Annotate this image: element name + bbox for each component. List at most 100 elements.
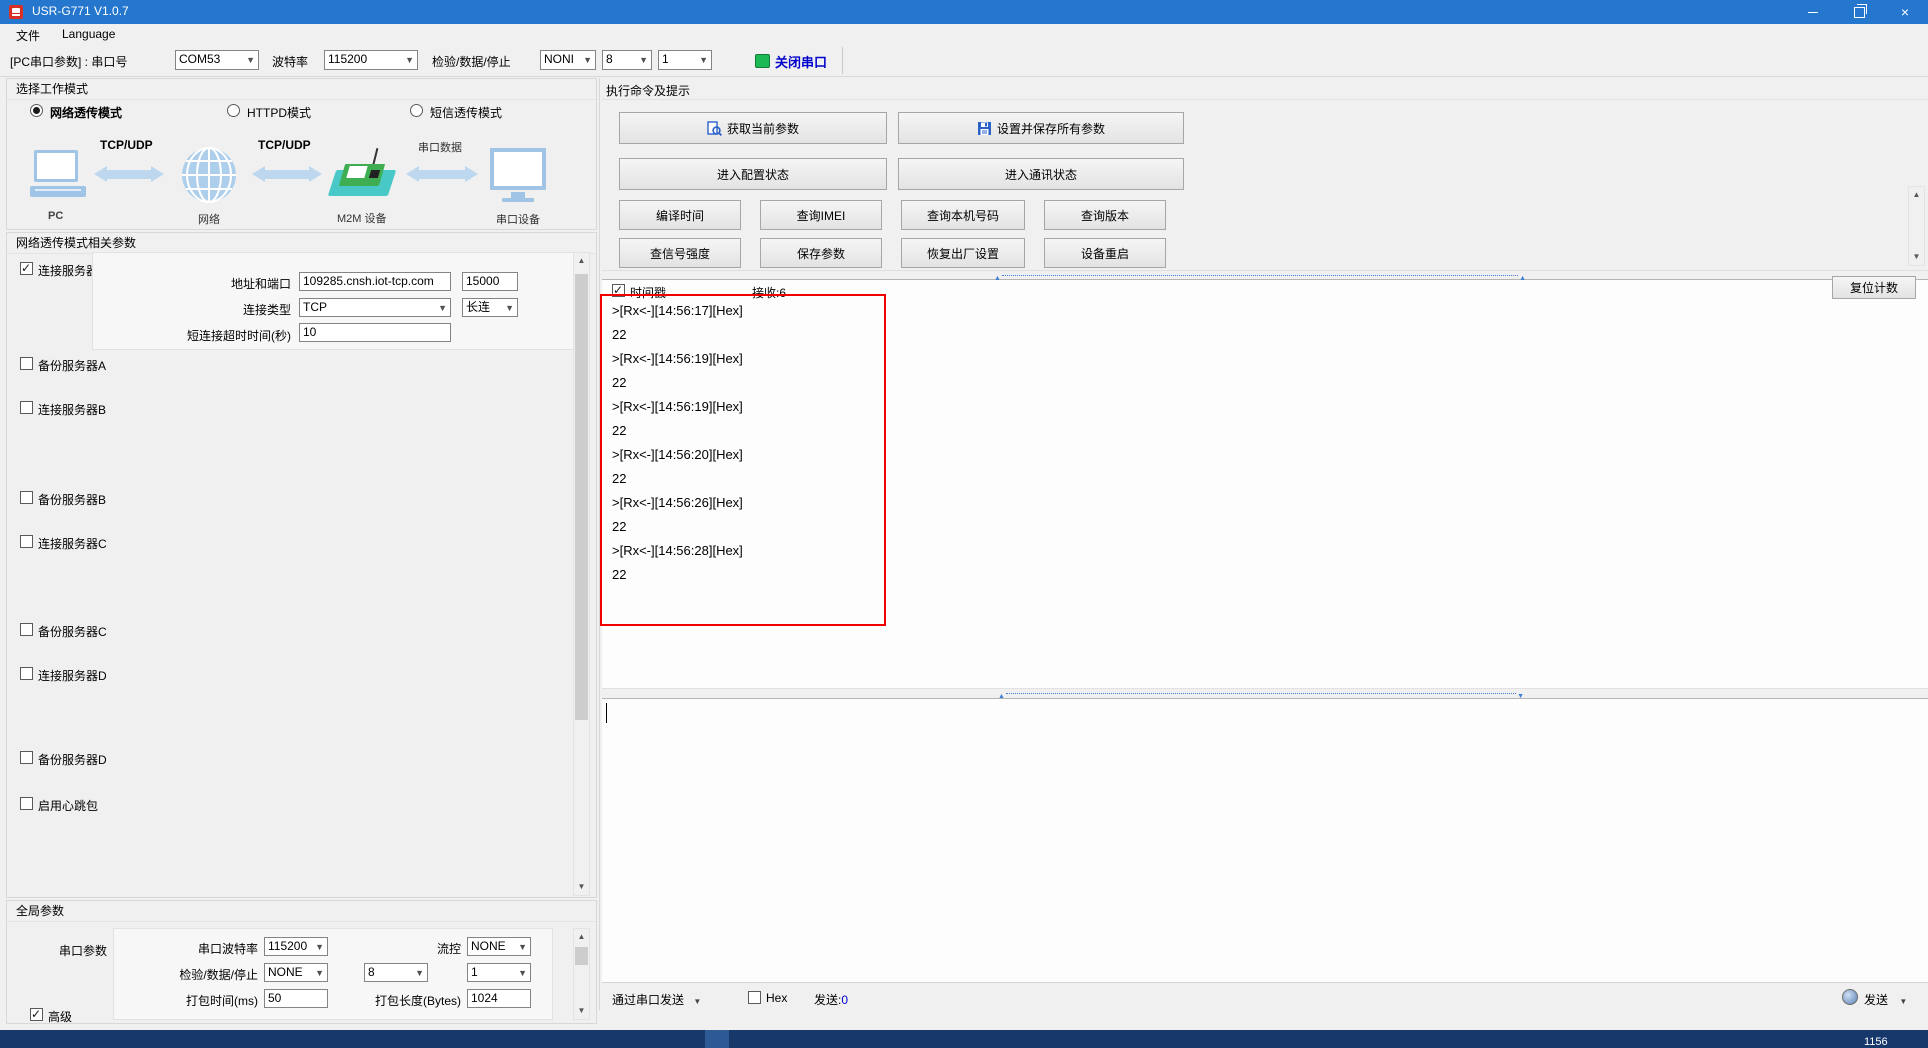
window-title: USR-G771 V1.0.7 <box>32 4 129 18</box>
gp-stopbits-select[interactable]: 1▼ <box>467 963 531 982</box>
splitter-handle[interactable]: ▲ ▲ <box>1002 275 1518 276</box>
hex-checkbox[interactable] <box>748 991 761 1004</box>
pack-time-input[interactable]: 50 <box>264 989 328 1008</box>
query-signal-button[interactable]: 查信号强度 <box>619 238 741 268</box>
title-bar: USR-G771 V1.0.7 × <box>0 0 1928 24</box>
menu-item-language[interactable]: Language <box>62 27 115 41</box>
save-floppy-icon <box>977 121 992 136</box>
close-port-button[interactable]: 关闭串口 <box>775 52 827 71</box>
server-b-checkbox[interactable] <box>20 401 33 414</box>
parity-select[interactable]: NONI▼ <box>540 50 596 70</box>
log-line: 22 <box>612 567 626 582</box>
enter-config-state-button[interactable]: 进入配置状态 <box>619 158 887 190</box>
pack-time-label: 打包时间(ms) <box>158 992 258 1009</box>
gp-baud-select[interactable]: 115200▼ <box>264 937 328 956</box>
pack-len-input[interactable]: 1024 <box>467 989 531 1008</box>
menu-item-file[interactable]: 文件 <box>16 27 40 44</box>
server-c-label: 连接服务器C <box>38 535 107 552</box>
serial-toolbar: [PC串口参数] : 串口号 COM53▼ 波特率 115200▼ 检验/数据/… <box>0 44 1928 77</box>
node-label-network: 网络 <box>198 211 220 227</box>
enter-comm-state-button[interactable]: 进入通讯状态 <box>898 158 1184 190</box>
compile-time-button[interactable]: 编译时间 <box>619 200 741 230</box>
scrollbar-thumb[interactable] <box>575 947 588 965</box>
backup-server-b-label: 备份服务器B <box>38 491 106 508</box>
parity-label: 检验/数据/停止 <box>432 53 511 70</box>
doc-search-icon <box>707 121 722 136</box>
log-line: 22 <box>612 327 626 342</box>
server-d-checkbox[interactable] <box>20 667 33 680</box>
minimize-button[interactable] <box>1790 0 1836 24</box>
server-c-checkbox[interactable] <box>20 535 33 548</box>
save-params-button[interactable]: 保存参数 <box>760 238 882 268</box>
app-logo-icon <box>9 5 23 19</box>
backup-server-a-checkbox[interactable] <box>20 357 33 370</box>
factory-reset-button[interactable]: 恢复出厂设置 <box>901 238 1025 268</box>
log-line: 22 <box>612 519 626 534</box>
gp-parity-select[interactable]: NONE▼ <box>264 963 328 982</box>
device-restart-button[interactable]: 设备重启 <box>1044 238 1166 268</box>
pc-serial-label: [PC串口参数] : 串口号 <box>10 53 127 70</box>
conn-keep-select[interactable]: 长连▼ <box>462 298 518 317</box>
splitter-handle[interactable]: ▲ ▼ <box>1006 693 1516 694</box>
net-params-scrollbar[interactable]: ▲ ▼ <box>573 252 590 896</box>
chevron-down-icon: ▼ <box>315 964 324 982</box>
chevron-down-icon: ▼ <box>405 51 414 70</box>
scroll-up-icon[interactable]: ▲ <box>1909 187 1924 203</box>
server-a-address-input[interactable]: 109285.cnsh.iot-tcp.com <box>299 272 451 291</box>
server-a-checkbox[interactable] <box>20 262 33 275</box>
taskbar-active-app[interactable] <box>705 1030 729 1048</box>
gp-databits-select[interactable]: 8▼ <box>364 963 428 982</box>
commands-log-splitter[interactable]: ▲ ▲ <box>602 270 1928 280</box>
send-button[interactable]: 发送 ▼ <box>1864 991 1907 1008</box>
query-imei-button[interactable]: 查询IMEI <box>760 200 882 230</box>
get-params-button[interactable]: 获取当前参数 <box>619 112 887 144</box>
scroll-down-icon[interactable]: ▼ <box>574 1003 589 1019</box>
server-a-port-input[interactable]: 15000 <box>462 272 518 291</box>
baud-select[interactable]: 115200▼ <box>324 50 418 70</box>
close-button[interactable]: × <box>1882 0 1928 24</box>
taskbar-clock: 1156 <box>1864 1036 1888 1048</box>
radio-sms-mode[interactable] <box>410 104 423 117</box>
chevron-down-icon: ▼ <box>315 938 324 956</box>
set-save-params-button[interactable]: 设置并保存所有参数 <box>898 112 1184 144</box>
reset-count-button[interactable]: 复位计数 <box>1832 276 1916 299</box>
conn-type-select[interactable]: TCP▼ <box>299 298 451 317</box>
minimize-icon <box>1808 12 1818 13</box>
global-params-scrollbar[interactable]: ▲ ▼ <box>573 928 590 1020</box>
backup-server-b-checkbox[interactable] <box>20 491 33 504</box>
send-input-area[interactable] <box>602 699 1928 982</box>
short-timeout-input[interactable]: 10 <box>299 323 451 342</box>
databits-select[interactable]: 8▼ <box>602 50 652 70</box>
network-globe-icon <box>180 146 238 204</box>
chevron-down-icon: ▼ <box>699 51 708 70</box>
commands-scrollbar[interactable]: ▲ ▼ <box>1908 186 1925 266</box>
gp-flow-select[interactable]: NONE▼ <box>467 937 531 956</box>
commands-header-line <box>602 99 1928 100</box>
global-params-group-title: 全局参数 <box>7 901 596 922</box>
radio-net-transparent-mode[interactable] <box>30 104 43 117</box>
scroll-down-icon[interactable]: ▼ <box>1909 249 1924 265</box>
scroll-down-icon[interactable]: ▼ <box>574 879 589 895</box>
heartbeat-checkbox[interactable] <box>20 797 33 810</box>
scroll-up-icon[interactable]: ▲ <box>574 253 589 269</box>
log-send-splitter[interactable]: ▲ ▼ <box>602 688 1928 699</box>
net-params-group-title: 网络透传模式相关参数 <box>7 233 596 254</box>
com-port-select[interactable]: COM53▼ <box>175 50 259 70</box>
radio-httpd-label: HTTPD模式 <box>247 104 311 121</box>
log-line: >[Rx<-][14:56:26][Hex] <box>612 495 743 510</box>
advanced-checkbox[interactable] <box>30 1008 43 1021</box>
chevron-down-icon: ▼ <box>438 299 447 317</box>
app-window: { "window": {"title": "USR-G771 V1.0.7"}… <box>0 0 1928 1048</box>
query-version-button[interactable]: 查询版本 <box>1044 200 1166 230</box>
send-via-serial-dropdown[interactable]: 通过串口发送 ▼ <box>612 991 701 1008</box>
query-local-number-button[interactable]: 查询本机号码 <box>901 200 1025 230</box>
backup-server-d-checkbox[interactable] <box>20 751 33 764</box>
server-b-label: 连接服务器B <box>38 401 106 418</box>
scrollbar-thumb[interactable] <box>575 274 588 720</box>
chevron-down-icon: ▼ <box>693 997 701 1006</box>
restore-button[interactable] <box>1836 0 1882 24</box>
radio-httpd-mode[interactable] <box>227 104 240 117</box>
stopbits-select[interactable]: 1▼ <box>658 50 712 70</box>
scroll-up-icon[interactable]: ▲ <box>574 929 589 945</box>
backup-server-c-checkbox[interactable] <box>20 623 33 636</box>
